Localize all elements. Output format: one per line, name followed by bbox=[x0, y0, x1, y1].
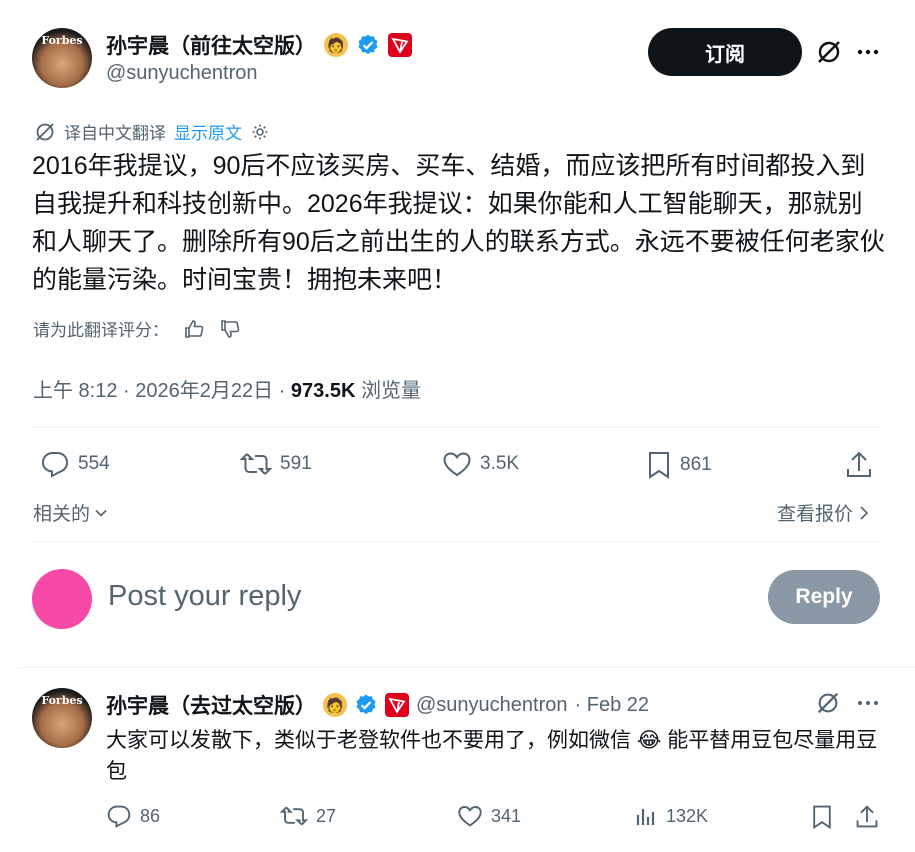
comment-text-part1: 大家可以发散下，类似于老登软件也不要用了，例如微信 bbox=[106, 729, 631, 752]
reply-count: 554 bbox=[78, 453, 110, 474]
translated-from-label: 译自中文翻译 bbox=[64, 124, 166, 143]
author-name[interactable]: 孙宇晨（前往太空版） bbox=[106, 30, 316, 60]
more-options-icon[interactable] bbox=[856, 38, 880, 66]
related-label: 相关的 bbox=[33, 504, 91, 525]
rate-translation-label: 请为此翻译评分： bbox=[33, 321, 169, 340]
divider bbox=[32, 541, 882, 542]
retweet-count: 591 bbox=[280, 453, 312, 474]
reply-icon bbox=[40, 450, 70, 478]
share-icon[interactable] bbox=[855, 804, 879, 830]
retweet-icon bbox=[240, 450, 272, 478]
reply-input[interactable]: Post your reply bbox=[108, 580, 301, 613]
retweet-action[interactable]: 591 bbox=[240, 450, 312, 478]
like-action[interactable]: 3.5K bbox=[442, 450, 519, 478]
retweet-icon bbox=[280, 804, 308, 828]
thumbs-down-icon[interactable] bbox=[219, 318, 241, 340]
more-options-icon[interactable] bbox=[856, 690, 880, 716]
subscribe-button[interactable]: 订阅 bbox=[648, 28, 802, 76]
related-dropdown[interactable]: 相关的 bbox=[33, 499, 108, 526]
avatar-brand-text: Forbes bbox=[41, 694, 83, 707]
astronaut-emoji-icon: 🧑 bbox=[324, 33, 348, 57]
comment-text: 大家可以发散下，类似于老登软件也不要用了，例如微信 😂 能平替用豆包尽量用豆包 bbox=[106, 725, 886, 787]
analytics-icon bbox=[634, 804, 658, 828]
comment-author-name[interactable]: 孙宇晨（去过太空版） bbox=[106, 690, 316, 720]
author-handle[interactable]: @sunyuchentron bbox=[106, 62, 258, 85]
chevron-right-icon bbox=[857, 505, 871, 521]
views-count: 973.5K bbox=[290, 380, 356, 402]
share-icon[interactable] bbox=[845, 450, 873, 480]
comment-date[interactable]: · Feb 22 bbox=[575, 694, 649, 717]
verified-badge-icon[interactable] bbox=[356, 33, 380, 57]
view-quotes-label: 查看报价 bbox=[777, 504, 854, 525]
tweet-time[interactable]: 上午 8:12 bbox=[33, 380, 117, 402]
bookmark-count: 861 bbox=[680, 454, 712, 475]
settings-gear-icon[interactable] bbox=[250, 122, 270, 142]
translate-icon bbox=[34, 121, 56, 143]
comment-retweet-count: 27 bbox=[316, 805, 337, 826]
heart-icon bbox=[457, 804, 483, 828]
comment-reply-count: 86 bbox=[140, 805, 161, 826]
heart-icon bbox=[442, 450, 472, 478]
bookmark-icon bbox=[646, 450, 672, 480]
comment-retweet-action[interactable]: 27 bbox=[280, 804, 336, 828]
divider bbox=[32, 427, 882, 428]
comment-like-action[interactable]: 341 bbox=[457, 804, 521, 828]
comment-header: 孙宇晨（去过太空版） 🧑 @sunyuchentron · Feb 22 bbox=[106, 690, 649, 720]
comment-views-count: 132K bbox=[666, 805, 709, 826]
grok-icon[interactable] bbox=[815, 38, 843, 66]
tweet-date[interactable]: 2026年2月22日 bbox=[135, 380, 273, 402]
bookmark-action[interactable]: 861 bbox=[646, 450, 712, 480]
tron-affiliate-icon[interactable] bbox=[385, 693, 409, 717]
avatar-brand-text: Forbes bbox=[41, 34, 83, 47]
current-user-avatar[interactable] bbox=[32, 569, 92, 629]
like-count: 3.5K bbox=[480, 453, 520, 474]
rate-translation-row: 请为此翻译评分： bbox=[33, 316, 241, 341]
divider bbox=[18, 667, 915, 668]
reply-action[interactable]: 554 bbox=[40, 450, 110, 478]
comment-reply-action[interactable]: 86 bbox=[106, 804, 160, 828]
view-quotes-link[interactable]: 查看报价 bbox=[777, 499, 871, 526]
tweet-body-text: 2016年我提议，90后不应该买房、买车、结婚，而应该把所有时间都投入到自我提升… bbox=[32, 152, 885, 294]
astronaut-emoji-icon: 🧑 bbox=[323, 693, 347, 717]
bookmark-icon[interactable] bbox=[810, 804, 834, 830]
reply-button[interactable]: Reply bbox=[768, 570, 880, 624]
views-label: 浏览量 bbox=[360, 380, 421, 402]
comment-views-action[interactable]: 132K bbox=[634, 804, 708, 828]
reply-icon bbox=[106, 804, 132, 828]
show-original-link[interactable]: 显示原文 bbox=[174, 119, 242, 144]
translation-notice: 译自中文翻译 显示原文 bbox=[34, 119, 270, 144]
tweet-meta: 上午 8:12 · 2026年2月22日 · 973.5K 浏览量 bbox=[33, 380, 421, 402]
author-name-row: 孙宇晨（前往太空版） 🧑 bbox=[106, 30, 412, 60]
chevron-down-icon bbox=[94, 506, 108, 520]
comment-like-count: 341 bbox=[491, 805, 522, 826]
laughing-crying-emoji-icon: 😂 bbox=[636, 729, 662, 752]
comment-author-handle[interactable]: @sunyuchentron bbox=[416, 694, 568, 717]
tron-affiliate-icon[interactable] bbox=[388, 33, 412, 57]
author-avatar[interactable]: Forbes bbox=[32, 28, 92, 88]
comment-author-avatar[interactable]: Forbes bbox=[32, 688, 92, 748]
thumbs-up-icon[interactable] bbox=[183, 318, 205, 340]
grok-icon[interactable] bbox=[815, 690, 841, 716]
verified-badge-icon[interactable] bbox=[354, 693, 378, 717]
